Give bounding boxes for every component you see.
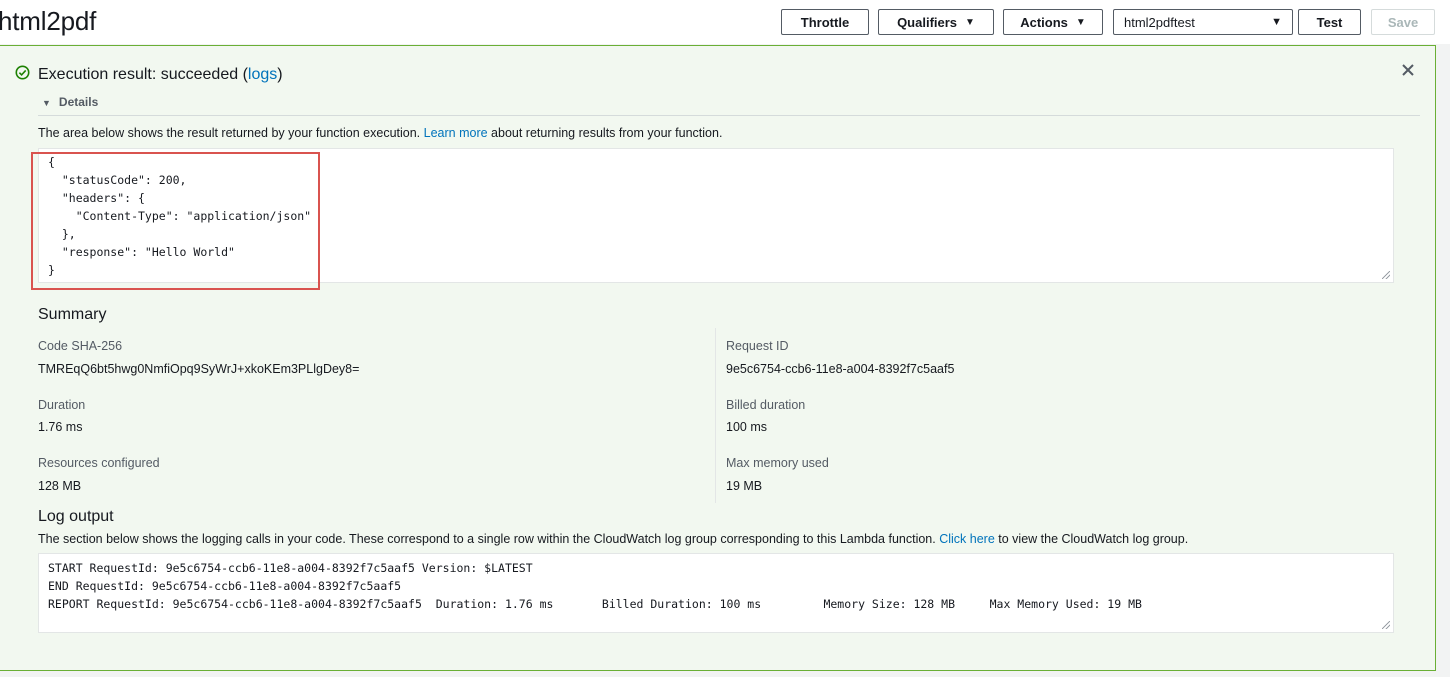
summary-title: Summary xyxy=(38,306,107,323)
result-title-prefix: Execution result: succeeded ( xyxy=(38,66,248,83)
check-circle-icon xyxy=(15,65,30,80)
qualifiers-button-label: Qualifiers xyxy=(897,14,958,30)
log-output-description: The section below shows the logging call… xyxy=(38,532,1188,546)
save-button[interactable]: Save xyxy=(1371,9,1435,35)
duration-label: Duration xyxy=(38,398,86,412)
test-event-select[interactable]: html2pdftest ▼ xyxy=(1113,9,1293,35)
throttle-button-label: Throttle xyxy=(800,14,850,30)
log-output-title: Log output xyxy=(38,508,114,525)
details-label: Details xyxy=(58,95,99,109)
result-description: The area below shows the result returned… xyxy=(38,126,722,140)
actions-button-label: Actions xyxy=(1020,14,1068,30)
billed-duration-value: 100 ms xyxy=(726,420,767,434)
test-button-label: Test xyxy=(1316,14,1343,30)
result-title-suffix: ) xyxy=(277,66,283,83)
caret-down-icon: ▼ xyxy=(42,98,51,108)
result-desc-text-after: about returning results from your functi… xyxy=(487,126,723,140)
qualifiers-button[interactable]: Qualifiers ▼ xyxy=(878,9,994,35)
execution-result-title: Execution result: succeeded (logs) xyxy=(38,66,283,84)
resources-value: 128 MB xyxy=(38,479,82,493)
save-button-label: Save xyxy=(1387,14,1419,30)
divider xyxy=(38,115,1420,116)
log-desc-text: The section below shows the logging call… xyxy=(38,532,940,546)
details-toggle[interactable]: ▼ Details xyxy=(42,95,98,109)
max-memory-value: 19 MB xyxy=(726,479,763,493)
request-id-value: 9e5c6754-ccb6-11e8-a004-8392f7c5aaf5 xyxy=(726,362,955,376)
log-desc-text-after: to view the CloudWatch log group. xyxy=(994,532,1189,546)
test-event-selected: html2pdftest xyxy=(1124,14,1195,30)
result-output-text: { "statusCode": 200, "headers": { "Conte… xyxy=(48,155,312,277)
duration-value: 1.76 ms xyxy=(38,420,83,434)
billed-duration-label: Billed duration xyxy=(726,398,806,412)
result-desc-text: The area below shows the result returned… xyxy=(38,126,424,140)
caret-down-icon: ▼ xyxy=(965,16,975,28)
test-button[interactable]: Test xyxy=(1298,9,1361,35)
click-here-link[interactable]: Click here xyxy=(939,532,995,546)
code-sha-value: TMREqQ6bt5hwg0NmfiOpq9SyWrJ+xkoKEm3PLlgD… xyxy=(38,362,360,376)
resize-handle-icon[interactable] xyxy=(1382,271,1390,279)
close-icon[interactable] xyxy=(1400,62,1416,78)
summary-column-divider xyxy=(715,328,716,503)
resources-label: Resources configured xyxy=(38,456,160,470)
logs-link[interactable]: logs xyxy=(248,66,277,83)
function-header: html2pdf Throttle Qualifiers ▼ Actions ▼… xyxy=(0,0,1450,44)
learn-more-link[interactable]: Learn more xyxy=(424,126,488,140)
actions-button[interactable]: Actions ▼ xyxy=(1003,9,1103,35)
code-sha-label: Code SHA-256 xyxy=(38,339,123,353)
max-memory-label: Max memory used xyxy=(726,456,829,470)
caret-down-icon: ▼ xyxy=(1075,16,1086,28)
caret-down-icon: ▼ xyxy=(1271,16,1282,28)
page-title: html2pdf xyxy=(0,6,97,36)
log-output-text: START RequestId: 9e5c6754-ccb6-11e8-a004… xyxy=(48,561,1142,611)
throttle-button[interactable]: Throttle xyxy=(781,9,869,35)
resize-handle-icon[interactable] xyxy=(1382,621,1390,629)
request-id-label: Request ID xyxy=(726,339,789,353)
